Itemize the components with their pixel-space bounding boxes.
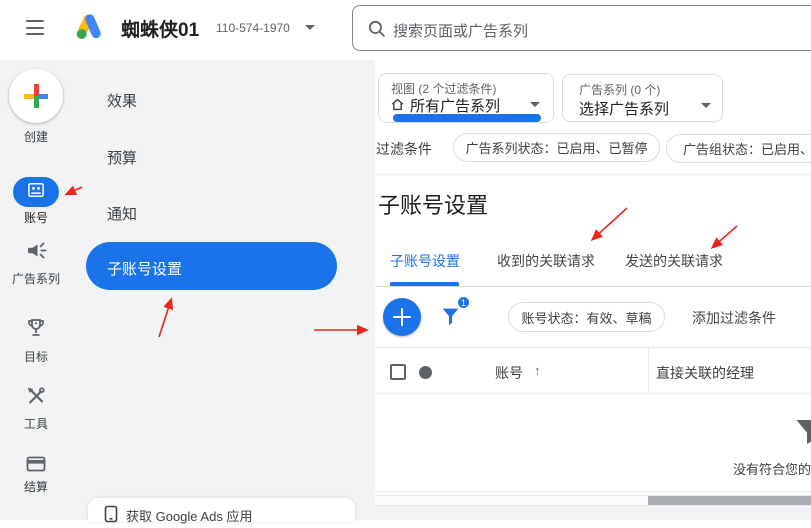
filter-badge: 1 [456,295,471,310]
horizontal-scrollbar[interactable] [375,495,811,506]
tools-icon[interactable] [24,384,48,413]
view-selector-caret-icon [530,102,540,107]
select-all-checkbox[interactable] [390,364,406,380]
table-bottom-divider [375,491,811,492]
account-status-chip[interactable]: 账号状态：有效、草稿 [508,302,665,332]
hamburger-menu-icon[interactable] [26,20,44,35]
page-title: 子账号设置 [378,188,488,220]
billing-card-icon[interactable] [24,452,48,481]
tab-subaccount-settings[interactable]: 子账号设置 [390,251,460,271]
megaphone-icon[interactable] [24,240,48,269]
sidebar-item-subaccount-settings[interactable]: 子账号设置 [86,242,337,290]
empty-state-message: 没有符合您的过滤条件 [733,459,811,478]
get-app-promo-label: 获取 Google Ads 应用 [126,506,252,525]
status-dot-column-icon [419,366,432,379]
scrollbar-thumb[interactable] [648,496,811,505]
get-app-promo[interactable]: 获取 Google Ads 应用 [88,498,355,522]
rail-item-accounts[interactable] [13,177,59,207]
view-selector[interactable]: 视图 (2 个过滤条件) 所有广告系列 [378,73,554,123]
divider [375,347,811,348]
content-bottom-gutter [375,506,811,520]
column-header-account[interactable]: 账号 [495,363,523,383]
account-switcher-caret-icon[interactable] [305,25,315,30]
rail-item-accounts-label[interactable]: 账号 [0,209,72,226]
google-ads-logo-icon [75,13,103,45]
rail-item-tools-label[interactable]: 工具 [0,415,72,432]
rail-item-goals-label[interactable]: 目标 [0,348,72,365]
search-input[interactable]: 搜索页面或广告系列 [352,5,811,51]
campaign-selector[interactable]: 广告系列 (0 个) 选择广告系列 [562,74,723,122]
rail-item-campaigns-label[interactable]: 广告系列 [0,270,72,287]
sidebar-item-subaccount-settings-label: 子账号设置 [107,258,182,279]
filter-chip-adgroup-status[interactable]: 广告组状态：已启用、已暂停 [666,134,811,163]
filter-bar-label: 过滤条件 [376,139,432,159]
create-button[interactable] [9,69,63,123]
rail-item-create-label[interactable]: 创建 [0,128,72,145]
tab-received-link-requests[interactable]: 收到的关联请求 [497,251,595,271]
campaign-selector-label: 广告系列 (0 个) [579,81,660,98]
divider [375,174,811,175]
view-selector-active-bar [393,114,541,122]
tabs-divider [375,286,811,287]
search-placeholder: 搜索页面或广告系列 [393,20,528,41]
phone-icon [104,505,118,528]
campaign-selector-value: 选择广告系列 [579,98,669,119]
plus-icon [401,308,404,326]
plus-multicolor-icon [24,84,48,108]
sidebar-item-performance[interactable]: 效果 [107,90,137,111]
sidebar-item-notifications[interactable]: 通知 [107,203,137,224]
topbar: 蜘蛛侠01 110-574-1970 搜索页面或广告系列 [0,0,811,60]
column-header-direct-manager[interactable]: 直接关联的经理 [656,363,754,383]
trophy-icon[interactable] [24,316,48,345]
header-bottom-divider [375,393,811,394]
rail-item-billing-label[interactable]: 结算 [0,478,72,495]
sidebar-item-budget[interactable]: 预算 [107,147,137,168]
search-icon [367,19,387,44]
add-subaccount-button[interactable] [383,298,421,336]
campaign-selector-caret-icon [701,103,711,108]
accounts-card-icon [26,180,46,205]
view-selector-value: 所有广告系列 [410,95,500,116]
tab-sent-link-requests[interactable]: 发送的关联请求 [625,251,723,271]
column-divider [648,347,649,394]
empty-state-funnel-icon [792,414,811,455]
account-name[interactable]: 蜘蛛侠01 [121,15,199,42]
add-filter-button[interactable]: 添加过滤条件 [692,308,776,328]
filter-chip-campaign-status[interactable]: 广告系列状态：已启用、已暂停 [453,133,660,162]
sort-ascending-icon[interactable]: ↑ [534,363,541,378]
account-id: 110-574-1970 [216,21,290,35]
